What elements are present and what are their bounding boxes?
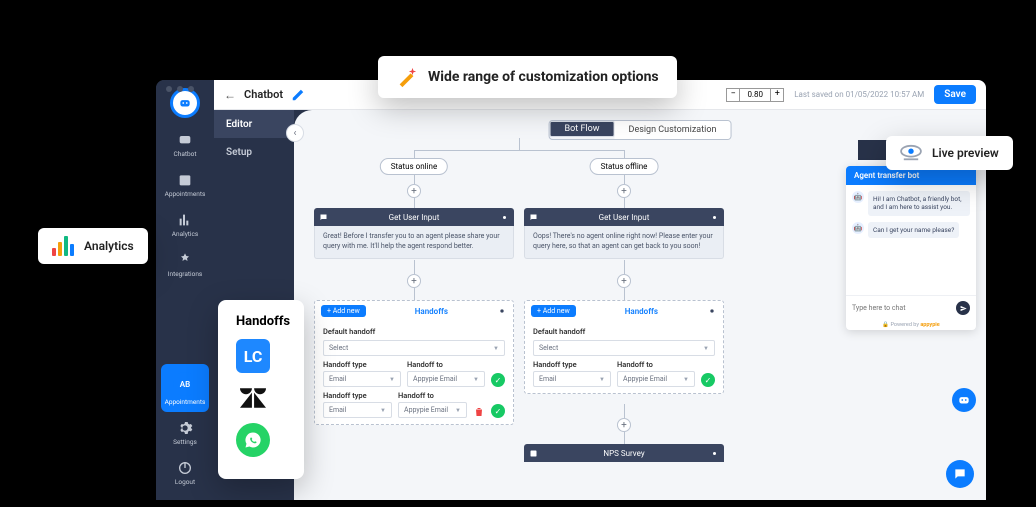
handoff-to-select[interactable]: Appypie Email▼ (407, 371, 485, 387)
confirm-icon: ✓ (701, 373, 715, 387)
node-message: Oops! There's no agent online right now!… (524, 226, 724, 259)
callout-analytics: Analytics (38, 228, 148, 264)
sidebar-item-ab-appointments[interactable]: AB Appointments (161, 364, 209, 412)
zoom-input[interactable] (740, 88, 770, 102)
add-node-button[interactable]: + (617, 274, 631, 288)
default-handoff-label: Default handoff (533, 327, 715, 336)
default-handoff-label: Default handoff (323, 327, 505, 336)
tab-bot-flow[interactable]: Bot Flow (550, 121, 615, 137)
add-new-handoff-button[interactable]: + Add new (321, 305, 366, 317)
sidebar-item-analytics[interactable]: Analytics (156, 206, 214, 244)
gear-icon[interactable] (710, 213, 719, 222)
left-panel-editor[interactable]: Editor (214, 110, 294, 138)
gear-icon[interactable] (710, 449, 719, 458)
handoffs-node-offline[interactable]: + Add new Handoffs Default handoff Selec… (524, 300, 724, 394)
handoff-type-select[interactable]: Email▼ (533, 371, 611, 387)
status-offline-node[interactable]: Status offline (590, 158, 659, 175)
node-message: Great! Before I transfer you to an agent… (314, 226, 514, 259)
bot-avatar-icon: 🤖 (852, 191, 864, 203)
handoffs-card-title: Handoffs (236, 314, 286, 329)
magic-wand-icon (396, 66, 418, 88)
chat-message: 🤖 Can I get your name please? (852, 222, 970, 238)
gear-icon[interactable] (707, 306, 717, 316)
left-panel: Editor Setup (214, 110, 294, 166)
add-node-button[interactable]: + (617, 184, 631, 198)
logout-icon (177, 460, 193, 476)
collapse-panel-button[interactable]: ‹ (286, 124, 304, 142)
add-node-button[interactable]: + (407, 184, 421, 198)
preview-bot-avatar (952, 388, 976, 412)
window-controls (166, 86, 194, 92)
whatsapp-logo (236, 423, 270, 457)
handoff-to-select[interactable]: Appypie Email▼ (617, 371, 695, 387)
add-node-button[interactable]: + (407, 274, 421, 288)
handoffs-title: Handoffs (625, 307, 658, 316)
default-handoff-select[interactable]: Select▼ (323, 340, 505, 356)
callout-live-preview: Live preview (886, 136, 1013, 170)
handoff-type-select[interactable]: Email▼ (323, 402, 392, 418)
handoffs-title: Handoffs (415, 307, 448, 316)
get-user-input-node-online[interactable]: Get User Input Great! Before I transfer … (314, 208, 514, 259)
default-handoff-select[interactable]: Select▼ (533, 340, 715, 356)
chat-preview: Agent transfer bot 🤖 Hi! I am Chatbot, a… (846, 166, 976, 330)
send-button[interactable] (956, 301, 970, 315)
view-tabs: Bot Flow Design Customization (549, 120, 732, 140)
sidebar-item-integrations[interactable]: Integrations (156, 246, 214, 284)
chat-fab[interactable] (946, 460, 974, 488)
page-title: Chatbot (244, 88, 283, 101)
zendesk-logo (236, 381, 270, 415)
edit-icon[interactable] (291, 88, 305, 102)
back-button[interactable]: ← (224, 88, 236, 102)
brand-logo (170, 88, 200, 118)
tab-design-customization[interactable]: Design Customization (615, 121, 731, 139)
calendar-icon (177, 172, 193, 188)
chatbot-icon (177, 132, 193, 148)
gear-icon (177, 420, 193, 436)
save-button[interactable]: Save (934, 85, 976, 104)
flow-area[interactable]: Status online + Get User Input Great! Be… (314, 150, 726, 500)
sidebar-item-logout[interactable]: Logout (156, 454, 214, 492)
callout-handoffs: Handoffs LC (218, 300, 304, 479)
handoff-type-select[interactable]: Email▼ (323, 371, 401, 387)
zoom-control: − + (726, 88, 784, 102)
nps-survey-node[interactable]: NPS Survey (524, 444, 724, 462)
zoom-out-button[interactable]: − (726, 88, 740, 102)
user-badge: AB (173, 372, 197, 396)
chat-input[interactable] (852, 304, 952, 312)
status-online-node[interactable]: Status online (380, 158, 448, 175)
eye-icon (900, 144, 922, 162)
survey-icon (529, 449, 538, 458)
confirm-icon: ✓ (491, 373, 505, 387)
chat-message: 🤖 Hi! I am Chatbot, a friendly bot, and … (852, 191, 970, 216)
bot-avatar-icon: 🤖 (852, 222, 864, 234)
zoom-in-button[interactable]: + (770, 88, 784, 102)
add-node-button[interactable]: + (617, 418, 631, 432)
sidebar: Chatbot Appointments Analytics Integrati… (156, 80, 214, 500)
handoff-to-select[interactable]: Appypie Email▼ (398, 402, 467, 418)
callout-customization: Wide range of customization options (378, 56, 677, 98)
confirm-icon: ✓ (491, 404, 505, 418)
canvas: ‹ Bot Flow Design Customization Status o… (294, 110, 986, 500)
chat-icon (529, 213, 538, 222)
gear-icon[interactable] (500, 213, 509, 222)
gear-icon[interactable] (497, 306, 507, 316)
left-panel-setup[interactable]: Setup (214, 138, 294, 166)
sidebar-item-appointments[interactable]: Appointments (156, 166, 214, 204)
trash-icon[interactable] (473, 406, 485, 418)
analytics-icon (52, 236, 74, 256)
integrations-icon (177, 252, 193, 268)
chat-icon (319, 213, 328, 222)
get-user-input-node-offline[interactable]: Get User Input Oops! There's no agent on… (524, 208, 724, 259)
powered-by: 🔒 Powered by appypie (846, 320, 976, 330)
sidebar-item-settings[interactable]: Settings (156, 414, 214, 452)
analytics-icon (177, 212, 193, 228)
add-new-handoff-button[interactable]: + Add new (531, 305, 576, 317)
sidebar-item-chatbot[interactable]: Chatbot (156, 126, 214, 164)
last-saved-text: Last saved on 01/05/2022 10:57 AM (794, 90, 924, 99)
livechat-logo: LC (236, 339, 270, 373)
handoffs-node-online[interactable]: + Add new Handoffs Default handoff Selec… (314, 300, 514, 425)
